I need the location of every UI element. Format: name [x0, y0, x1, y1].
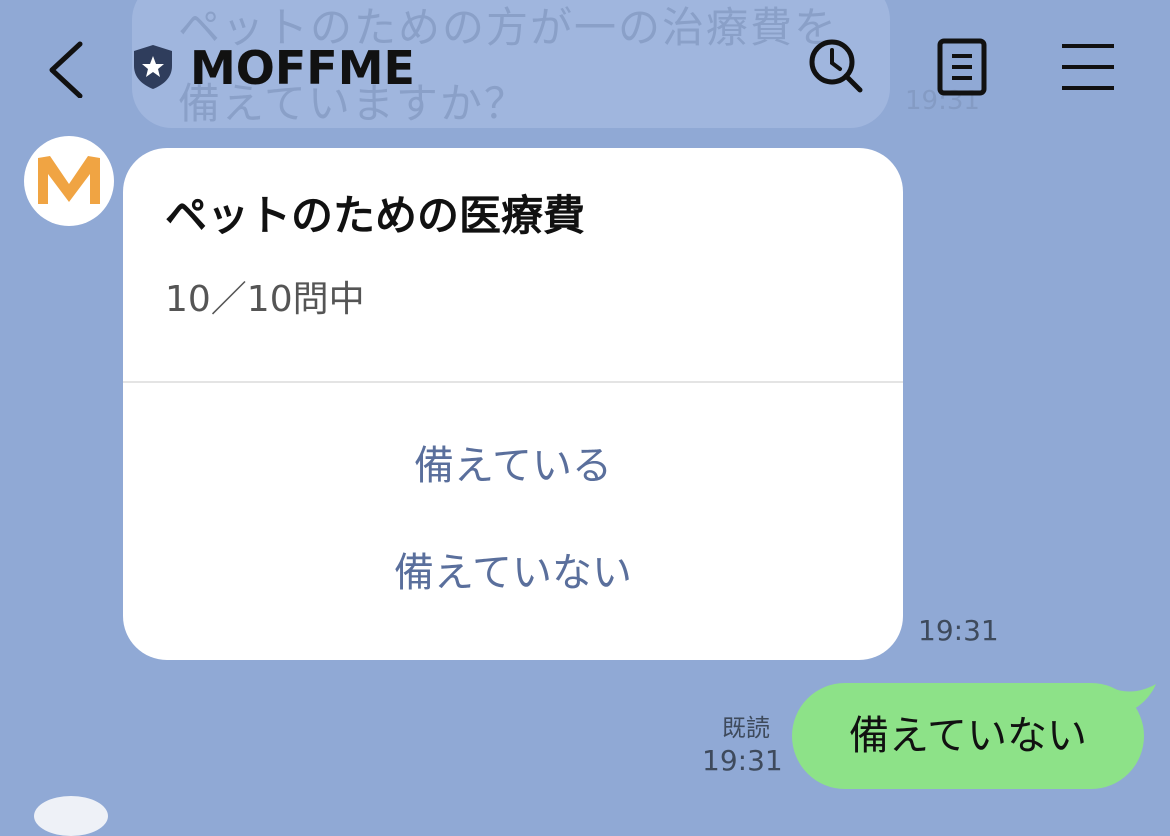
user-message-text: 備えていない — [849, 713, 1087, 759]
option-button-not-prepared[interactable]: 備えていない — [123, 545, 903, 601]
option-button-prepared[interactable]: 備えている — [123, 438, 903, 494]
menu-icon[interactable] — [1058, 36, 1118, 96]
card-timestamp: 19:31 — [918, 614, 999, 647]
question-progress: 10／10問中 — [165, 279, 365, 320]
read-receipt: 既読 — [722, 714, 770, 742]
shield-star-icon — [134, 45, 172, 89]
user-message-bubble: 備えていない — [792, 683, 1144, 789]
chat-title: MOFFME — [190, 41, 415, 95]
chat-header: MOFFME — [0, 0, 1170, 130]
notes-icon[interactable] — [932, 36, 992, 96]
back-icon[interactable] — [44, 38, 88, 98]
search-clock-icon[interactable] — [806, 36, 866, 96]
reply-timestamp: 19:31 — [702, 744, 783, 777]
moffme-logo-icon — [38, 156, 100, 204]
question-card: ペットのための医療費 10／10問中 備えている 備えていない — [123, 148, 903, 660]
card-title: ペットのための医療費 — [165, 191, 586, 240]
card-divider — [123, 381, 903, 383]
bot-avatar[interactable] — [24, 136, 114, 226]
next-avatar — [34, 796, 108, 836]
